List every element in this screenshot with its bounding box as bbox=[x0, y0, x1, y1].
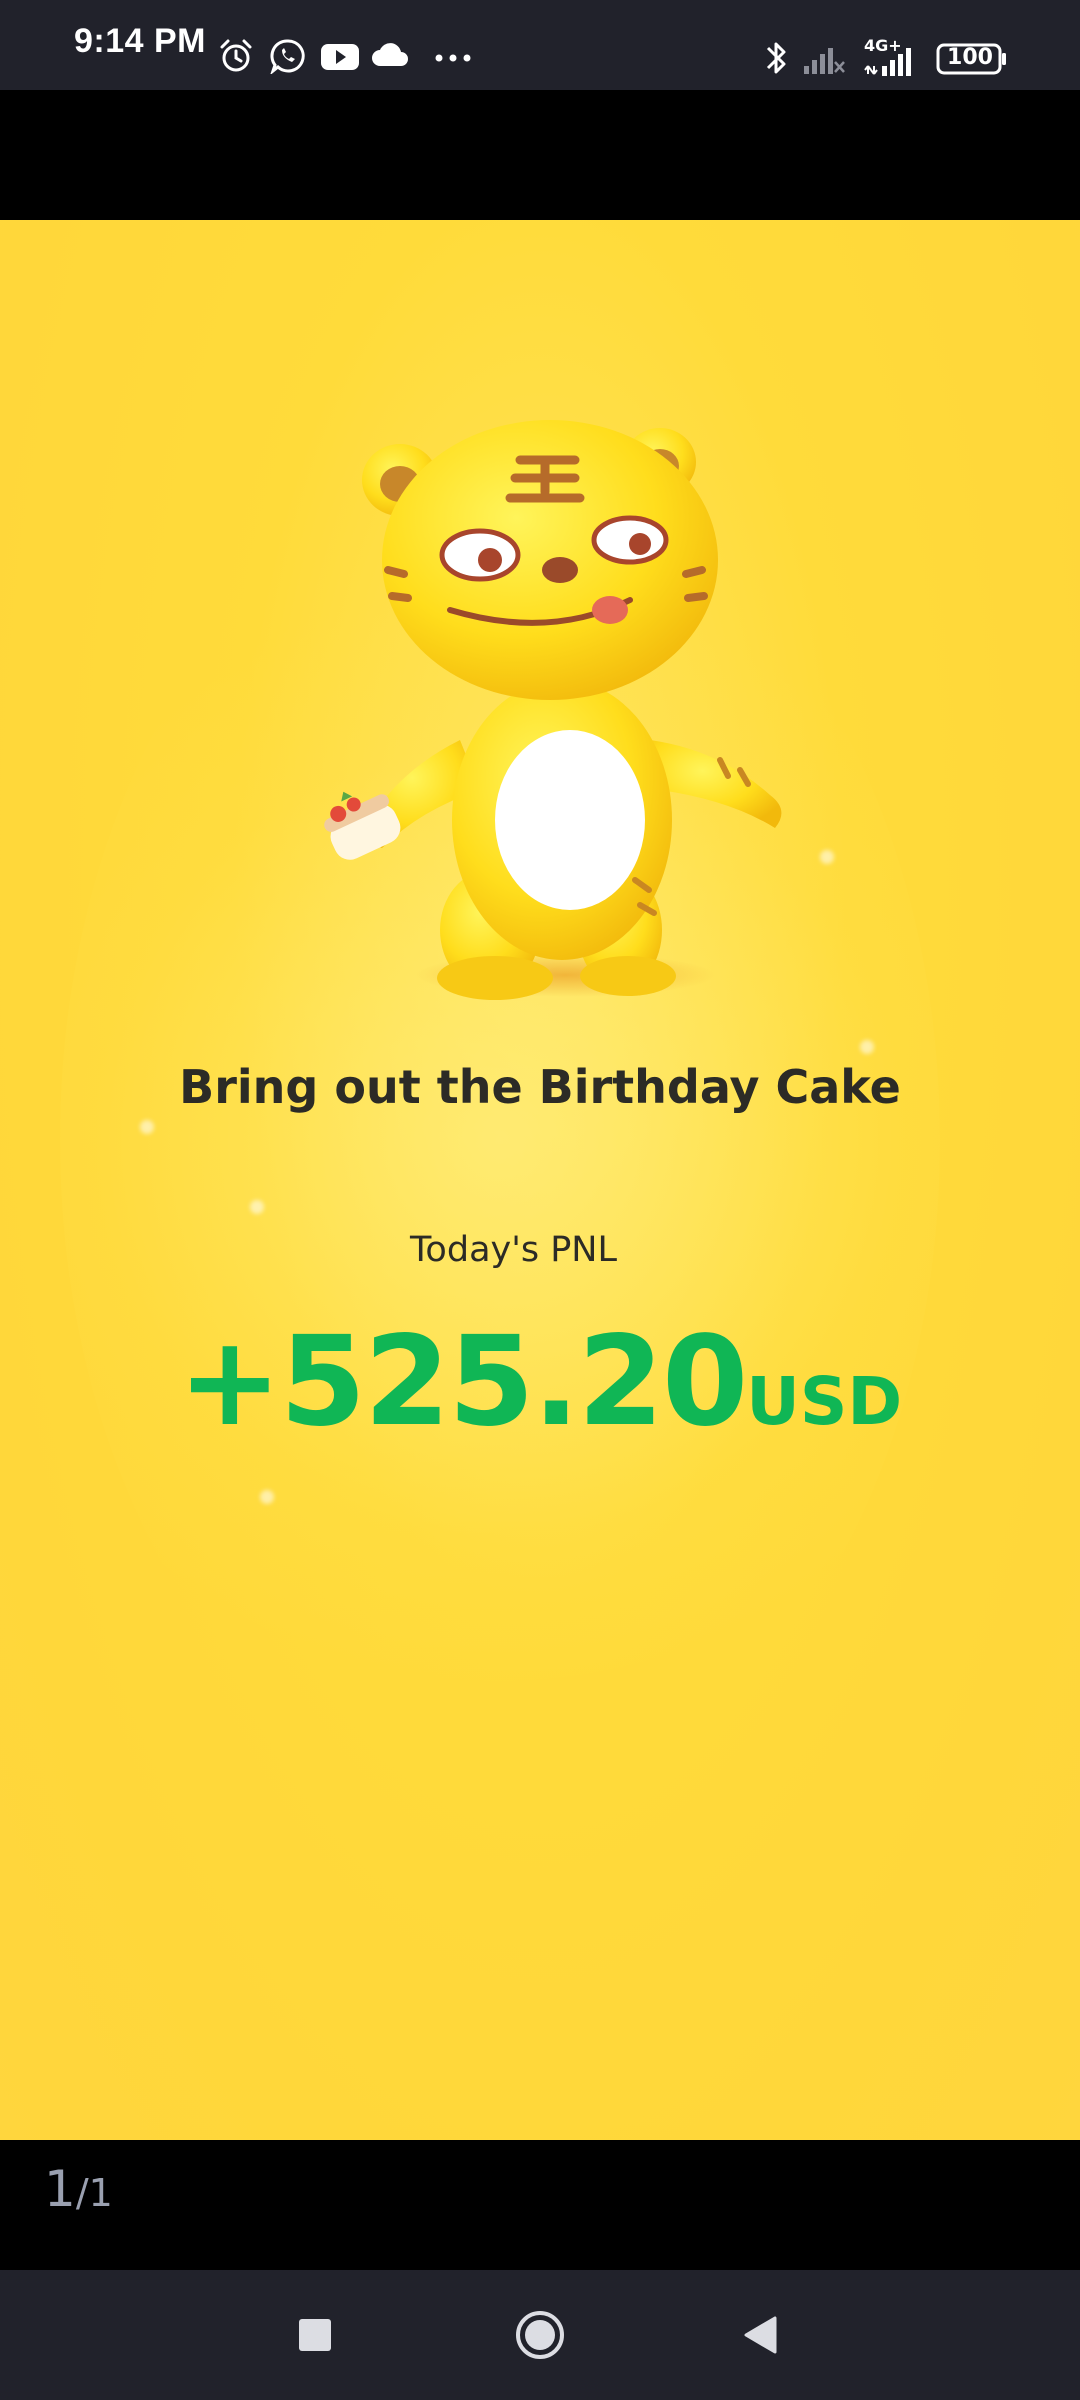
back-triangle-icon bbox=[744, 2316, 777, 2354]
battery-level: 100 bbox=[947, 45, 993, 70]
card-headline: Bring out the Birthday Cake bbox=[179, 1060, 901, 1114]
cake-slice bbox=[324, 791, 401, 860]
viewer-bottom-band bbox=[0, 2140, 1080, 2270]
sparkle bbox=[820, 850, 834, 864]
pnl-currency: USD bbox=[746, 1363, 903, 1440]
more-dots-icon bbox=[433, 38, 473, 78]
circle-icon bbox=[516, 2311, 564, 2359]
pnl-value: +525.20USD bbox=[0, 1310, 1080, 1454]
tiger-mascot-illustration bbox=[324, 420, 782, 1000]
sparkle bbox=[260, 1490, 274, 1504]
pnl-amount: +525.20 bbox=[177, 1310, 748, 1454]
page-total: /1 bbox=[75, 2171, 113, 2215]
pnl-share-card: Bring out the Birthday Cake Today's PNL … bbox=[0, 220, 1080, 2140]
sparkle bbox=[250, 1200, 264, 1214]
signal-4g-icon bbox=[864, 44, 926, 80]
status-time: 9:14 PM bbox=[74, 22, 206, 60]
home-button[interactable] bbox=[505, 2300, 575, 2370]
cloud-icon bbox=[370, 38, 410, 78]
page-counter: 1/1 bbox=[44, 2160, 113, 2218]
whatsapp-icon bbox=[269, 38, 306, 78]
pnl-label: Today's PNL bbox=[410, 1230, 617, 1270]
status-bar: 9:14 PM 4G+ 100 bbox=[0, 0, 1080, 90]
page-current: 1 bbox=[44, 2160, 76, 2218]
signal-sim1-icon bbox=[802, 42, 846, 80]
recents-button[interactable] bbox=[280, 2300, 350, 2370]
sparkle bbox=[860, 1040, 874, 1054]
viewer-top-band bbox=[0, 90, 1080, 220]
system-nav-bar bbox=[0, 2270, 1080, 2400]
bluetooth-icon bbox=[762, 38, 790, 82]
square-icon bbox=[299, 2319, 331, 2351]
status-system-icons: 4G+ 100 bbox=[740, 0, 1080, 90]
youtube-icon bbox=[320, 38, 360, 78]
alarm-icon bbox=[218, 38, 254, 78]
back-button[interactable] bbox=[726, 2300, 796, 2370]
sparkle bbox=[140, 1120, 154, 1134]
